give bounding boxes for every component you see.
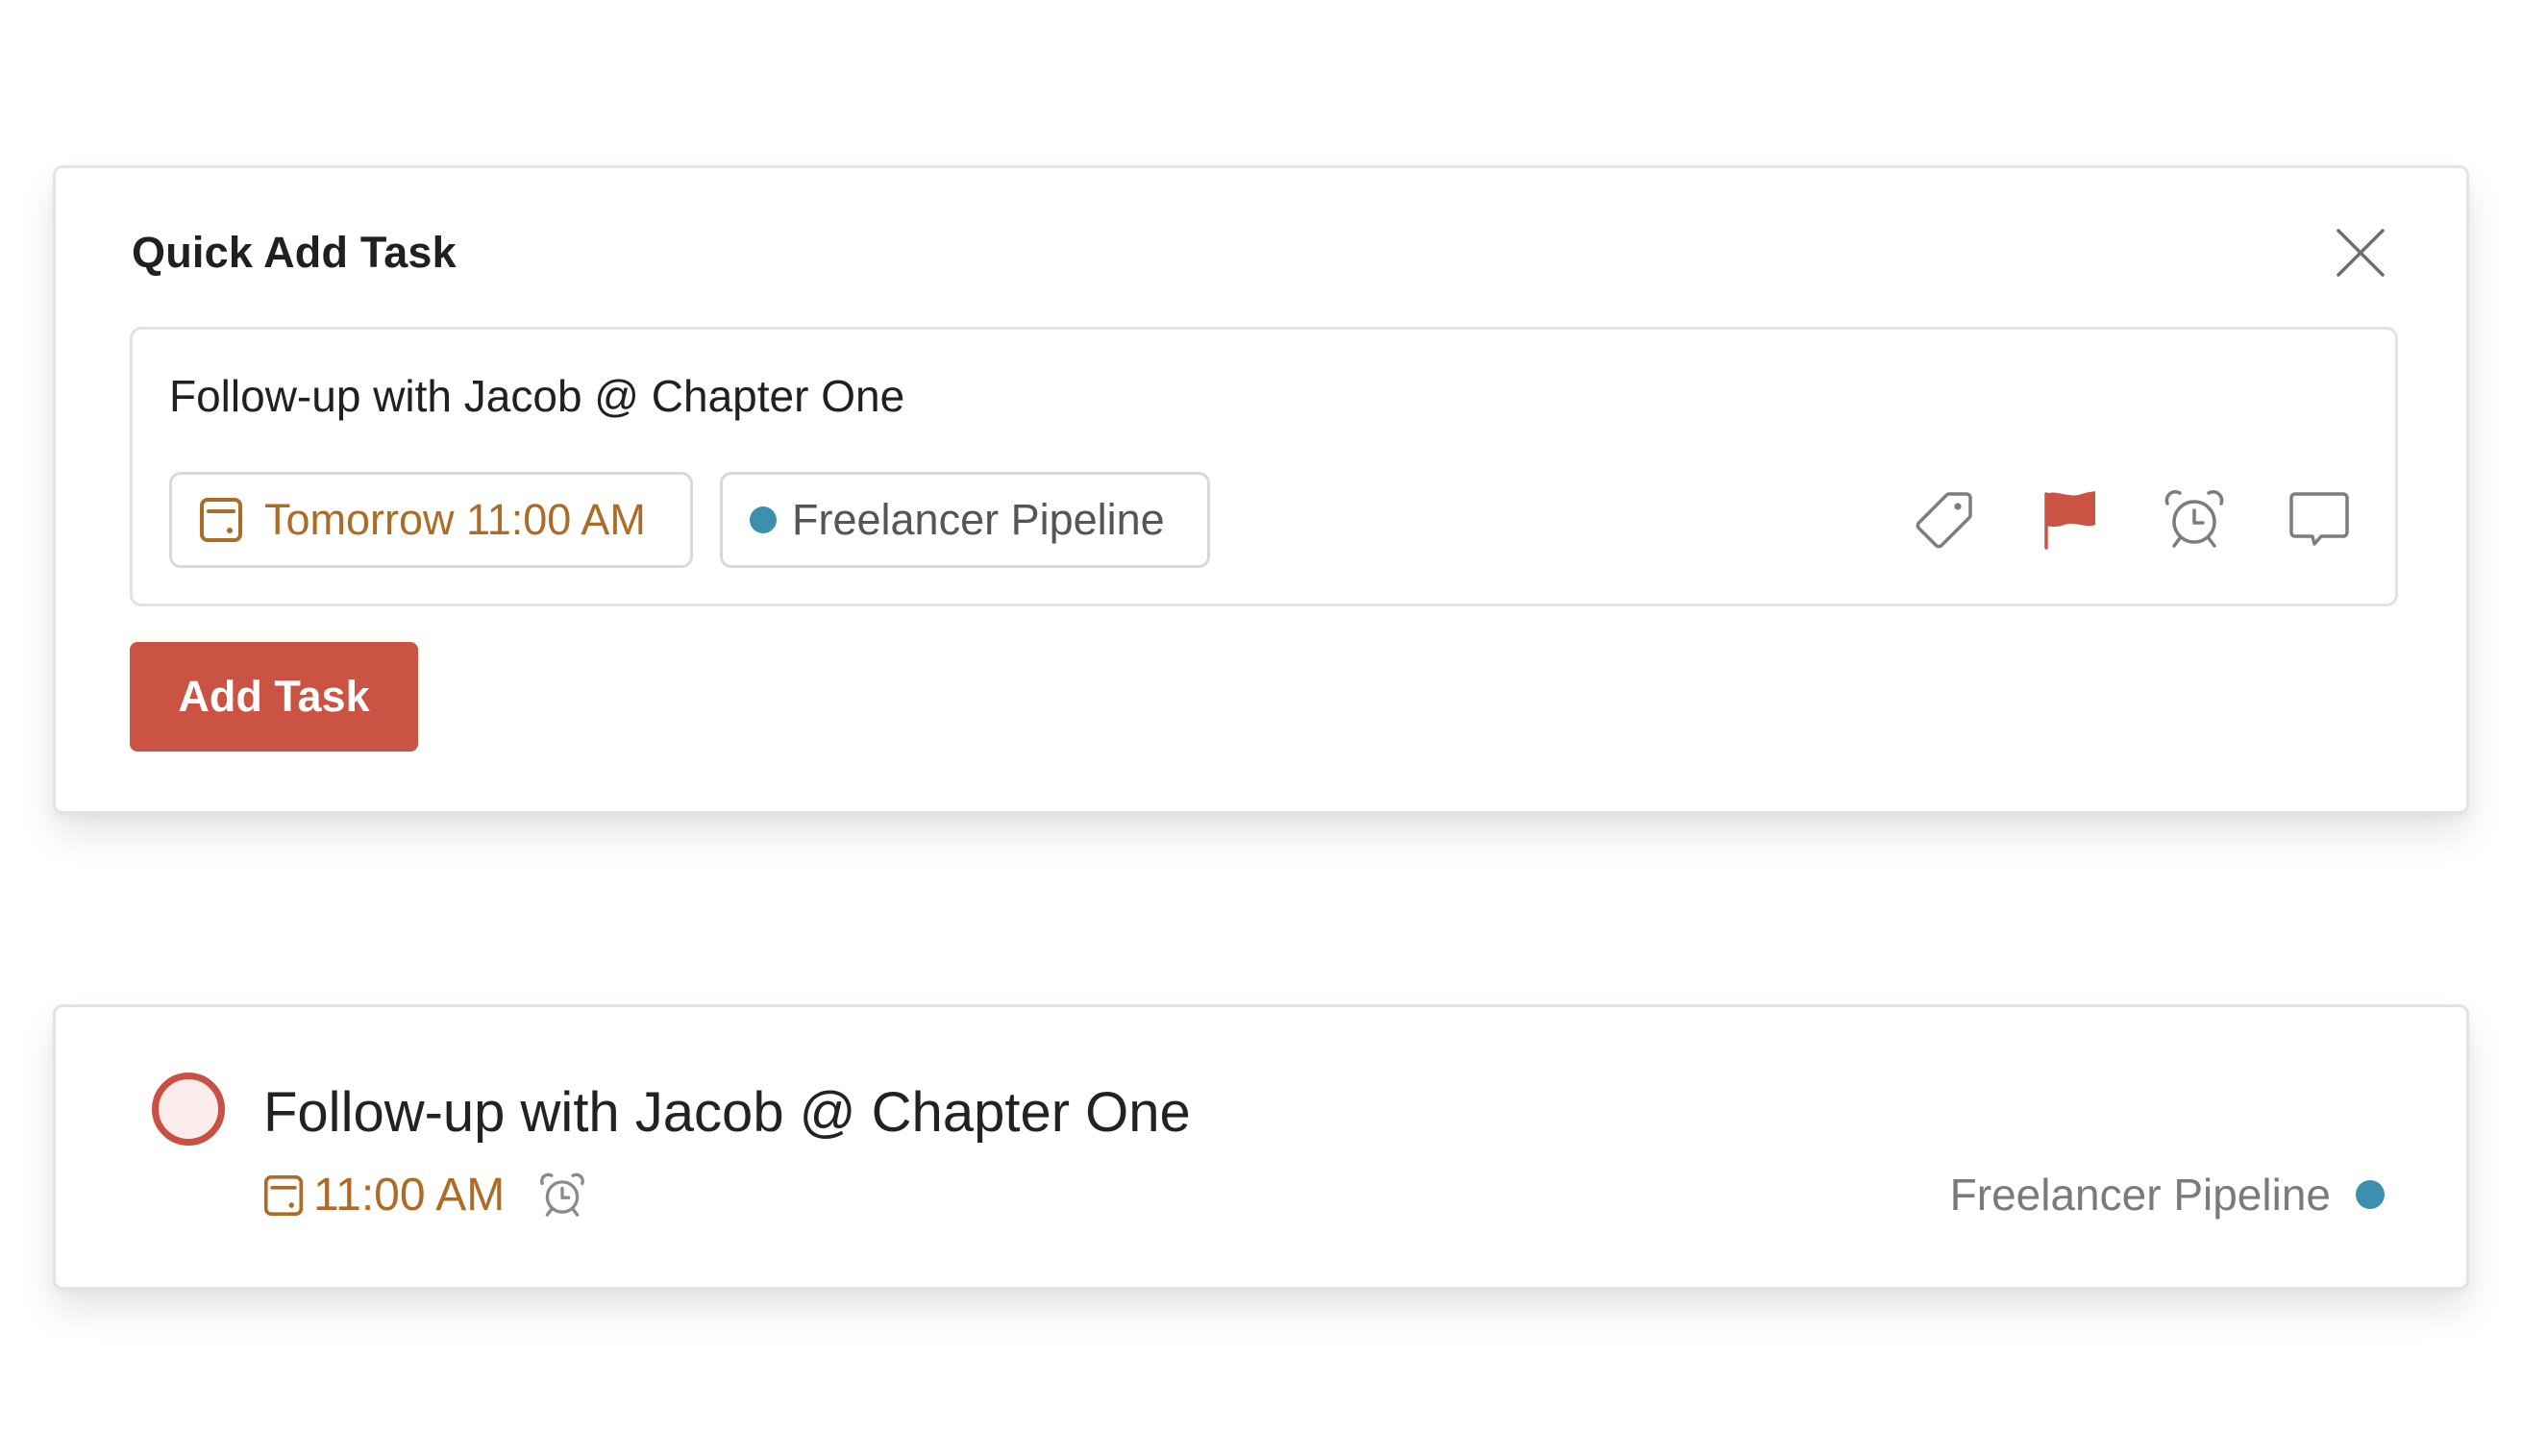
project-color-dot — [750, 506, 777, 533]
priority-flag-icon — [2044, 491, 2095, 550]
calendar-icon — [263, 1174, 304, 1216]
task-list-item: Follow-up with Jacob @ Chapter One 11:00… — [53, 1004, 2469, 1290]
calendar-icon — [200, 498, 242, 542]
project-label: Freelancer Pipeline — [792, 495, 1165, 544]
close-button[interactable] — [2332, 224, 2389, 282]
close-icon — [2337, 229, 2385, 277]
add-task-button[interactable]: Add Task — [130, 642, 418, 752]
due-date-label: Tomorrow 11:00 AM — [264, 495, 646, 544]
alarm-clock-icon — [2164, 489, 2224, 548]
comment-button[interactable] — [2283, 483, 2356, 556]
task-due-info: 11:00 AM — [263, 1169, 587, 1222]
comment-icon — [2289, 492, 2349, 546]
task-project-label: Freelancer Pipeline — [1949, 1170, 2331, 1220]
project-color-dot — [2356, 1180, 2385, 1209]
quick-add-task-dialog: Quick Add Task Tomorrow 11:00 AM Freelan… — [53, 165, 2469, 814]
dialog-title: Quick Add Task — [132, 228, 457, 277]
task-name-input[interactable] — [169, 370, 2284, 422]
project-chip[interactable]: Freelancer Pipeline — [720, 472, 1210, 568]
task-editor: Tomorrow 11:00 AM Freelancer Pipeline — [130, 327, 2398, 606]
priority-button[interactable] — [2033, 483, 2106, 556]
due-date-chip[interactable]: Tomorrow 11:00 AM — [169, 472, 693, 568]
task-project-link[interactable]: Freelancer Pipeline — [1950, 1169, 2385, 1221]
reminder-alarm-icon — [540, 1172, 585, 1217]
label-tag-icon — [1916, 492, 1972, 549]
reminders-button[interactable] — [2158, 483, 2231, 556]
labels-button[interactable] — [1908, 483, 1981, 556]
complete-task-checkbox[interactable] — [152, 1073, 225, 1146]
task-title[interactable]: Follow-up with Jacob @ Chapter One — [263, 1080, 1191, 1145]
due-time: 11:00 AM — [313, 1170, 506, 1221]
